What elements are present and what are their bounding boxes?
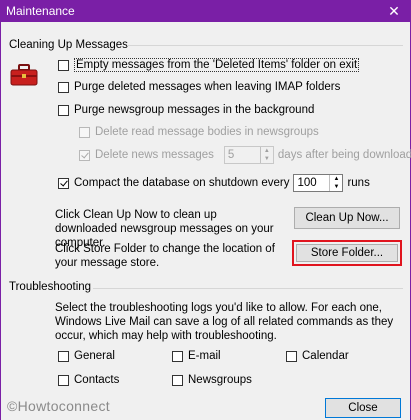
store-description: Click Store Folder to change the locatio…	[55, 243, 275, 269]
log-calendar-checkbox[interactable]	[286, 350, 297, 362]
delete-read-bodies-option[interactable]: Delete read message bodies in newsgroups	[79, 126, 319, 138]
delete-news-label: Delete news messages	[95, 149, 214, 161]
up-arrow-icon[interactable]: ▲	[261, 147, 273, 155]
window-title: Maintenance	[6, 4, 75, 18]
up-arrow-icon[interactable]: ▲	[330, 175, 342, 183]
log-email-option[interactable]: E-mail	[172, 350, 221, 362]
down-arrow-icon[interactable]: ▼	[330, 183, 342, 191]
troubleshooting-group-divider	[93, 288, 403, 289]
troubleshooting-description: Select the troubleshooting logs you'd li…	[55, 302, 394, 342]
log-general-checkbox[interactable]	[58, 350, 69, 362]
empty-deleted-option[interactable]: Empty messages from the 'Deleted Items' …	[58, 58, 360, 72]
compact-runs-suffix: runs	[347, 177, 370, 189]
delete-news-suffix: days after being downloaded	[277, 149, 411, 161]
log-newsgroups-label: Newsgroups	[188, 374, 252, 386]
log-calendar-option[interactable]: Calendar	[286, 350, 349, 362]
stepper-arrows[interactable]: ▲ ▼	[329, 175, 342, 191]
purge-imap-label: Purge deleted messages when leaving IMAP…	[74, 81, 341, 93]
stepper-arrows[interactable]: ▲ ▼	[259, 147, 273, 163]
log-general-label: General	[74, 350, 115, 362]
empty-deleted-label: Empty messages from the 'Deleted Items' …	[74, 58, 360, 72]
compact-option[interactable]: Compact the database on shutdown every 1…	[58, 174, 370, 192]
dialog-body: Cleaning Up Messages Empty messages from…	[0, 22, 411, 420]
toolbox-icon	[10, 64, 38, 86]
delete-read-bodies-checkbox[interactable]	[79, 126, 90, 138]
down-arrow-icon[interactable]: ▼	[261, 155, 273, 163]
close-button[interactable]: Close	[325, 398, 401, 418]
delete-news-option[interactable]: Delete news messages 5 ▲ ▼ days after be…	[79, 146, 411, 164]
clean-up-now-button[interactable]: Clean Up Now...	[294, 207, 400, 229]
empty-deleted-checkbox[interactable]	[58, 59, 69, 71]
title-bar: Maintenance ✕	[0, 0, 411, 22]
delete-news-days-value: 5	[227, 149, 235, 161]
compact-label: Compact the database on shutdown every	[74, 177, 290, 189]
watermark-text: ©Howtoconnect	[7, 398, 110, 414]
log-newsgroups-checkbox[interactable]	[172, 374, 183, 386]
purge-imap-option[interactable]: Purge deleted messages when leaving IMAP…	[58, 81, 340, 93]
log-contacts-option[interactable]: Contacts	[58, 374, 119, 386]
cleanup-group-divider	[127, 45, 403, 46]
log-email-checkbox[interactable]	[172, 350, 183, 362]
close-icon[interactable]: ✕	[383, 0, 405, 22]
delete-read-bodies-label: Delete read message bodies in newsgroups	[95, 126, 319, 138]
troubleshooting-group-label: Troubleshooting	[9, 281, 92, 293]
delete-news-days-stepper[interactable]: 5 ▲ ▼	[223, 146, 274, 164]
log-general-option[interactable]: General	[58, 350, 115, 362]
compact-checkbox[interactable]	[58, 177, 69, 189]
delete-news-checkbox[interactable]	[79, 149, 90, 161]
store-folder-button[interactable]: Store Folder...	[296, 244, 398, 262]
purge-newsgroup-option[interactable]: Purge newsgroup messages in the backgrou…	[58, 104, 314, 116]
cleanup-group-label: Cleaning Up Messages	[9, 39, 128, 51]
purge-imap-checkbox[interactable]	[58, 81, 69, 93]
log-calendar-label: Calendar	[302, 350, 349, 362]
purge-newsgroup-label: Purge newsgroup messages in the backgrou…	[74, 104, 315, 116]
log-contacts-label: Contacts	[74, 374, 120, 386]
log-email-label: E-mail	[188, 350, 221, 362]
compact-runs-value[interactable]: 100	[294, 177, 329, 189]
purge-newsgroup-checkbox[interactable]	[58, 104, 69, 116]
log-contacts-checkbox[interactable]	[58, 374, 69, 386]
compact-runs-stepper[interactable]: 100 ▲ ▼	[293, 174, 344, 192]
log-newsgroups-option[interactable]: Newsgroups	[172, 374, 252, 386]
